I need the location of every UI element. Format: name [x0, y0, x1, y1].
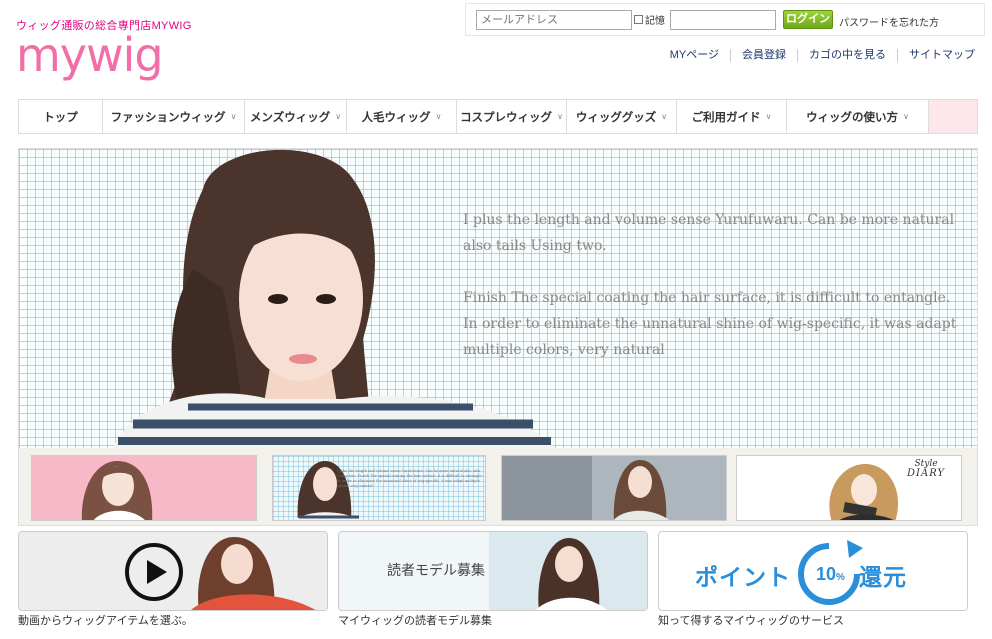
reader-model-image [339, 532, 647, 610]
return-label: 還元 [859, 564, 907, 590]
video-banner-caption[interactable]: 動画からウィッグアイテムを選ぶ。 [18, 612, 193, 628]
nav-item-fashion-wig[interactable]: ファッションウィッグ ∨ [103, 100, 245, 133]
login-form: 記憶 ログイン パスワードを忘れた方 [465, 3, 985, 36]
reader-model-banner[interactable]: 読者モデル募集 [338, 531, 648, 611]
nav-label: ウィッググッズ [575, 111, 657, 124]
point-service-caption[interactable]: 知って得するマイウィッグのサービス [658, 612, 844, 628]
chevron-down-icon: ∨ [661, 112, 668, 121]
nav-label: コスプレウィッグ [460, 111, 553, 124]
nav-label: ウィッグの使い方 [806, 111, 899, 124]
login-button[interactable]: ログイン [783, 10, 833, 29]
hero-thumbnail-3[interactable] [501, 455, 727, 521]
my-page-link[interactable]: MYページ [659, 49, 730, 62]
register-link[interactable]: 会員登録 [730, 49, 797, 62]
style-diary-title-line-2: DIARY [907, 468, 946, 479]
chevron-down-icon: ∨ [335, 112, 342, 121]
remember-checkbox[interactable]: 記憶 [634, 12, 665, 27]
password-input[interactable] [670, 10, 776, 30]
point-label: ポイント [695, 564, 791, 590]
checkbox-icon[interactable] [634, 15, 643, 24]
email-input[interactable] [476, 10, 632, 30]
utility-links: MYページ 会員登録 カゴの中を見る サイトマップ [659, 49, 975, 62]
hero-carousel: I plus the length and volume sense Yuruf… [18, 148, 978, 526]
nav-label: トップ [43, 111, 78, 124]
hero-thumbnail-4[interactable]: Style DIARY [736, 455, 962, 521]
hero-thumbnail-1[interactable] [31, 455, 257, 521]
hero-thumbnail-2[interactable]: I plus the length and volume sense Yuruf… [272, 455, 486, 521]
cart-link[interactable]: カゴの中を見る [797, 49, 897, 62]
nav-item-how-to-use[interactable]: ウィッグの使い方 ∨ [787, 100, 929, 133]
main-nav: トップ ファッションウィッグ ∨ メンズウィッグ ∨ 人毛ウィッグ ∨ コスプレ… [18, 99, 978, 134]
nav-label: メンズウィッグ [249, 111, 331, 124]
thumbnail-image [502, 456, 726, 520]
nav-label: ご利用ガイド [691, 111, 761, 124]
nav-item-wig-goods[interactable]: ウィッググッズ ∨ [567, 100, 677, 133]
hero-paragraph-2: Finish The special coating the hair surf… [463, 290, 957, 358]
chevron-down-icon: ∨ [435, 112, 442, 121]
hero-slide[interactable]: I plus the length and volume sense Yuruf… [19, 149, 977, 448]
percent-sign: % [836, 572, 845, 583]
thumbnail-text: I plus the length and volume sense Yuruf… [337, 469, 483, 488]
nav-item-guide[interactable]: ご利用ガイド ∨ [677, 100, 787, 133]
nav-item-cosplay-wig[interactable]: コスプレウィッグ ∨ [457, 100, 567, 133]
nav-item-mens-wig[interactable]: メンズウィッグ ∨ [245, 100, 347, 133]
video-banner-image [19, 532, 327, 610]
nav-search-slot[interactable] [929, 100, 977, 133]
chevron-down-icon: ∨ [903, 112, 909, 121]
mywig-logo[interactable]: mywig [16, 32, 164, 78]
point-service-banner[interactable]: ポイント 10% 還元 [658, 531, 968, 611]
nav-label: ファッションウィッグ [110, 111, 226, 124]
remember-label: 記憶 [645, 16, 665, 27]
sitemap-link[interactable]: サイトマップ [897, 49, 975, 62]
thumbnail-image [81, 461, 153, 520]
reader-model-caption[interactable]: マイウィッグの読者モデル募集 [338, 612, 492, 628]
nav-item-top[interactable]: トップ [19, 100, 103, 133]
nav-label: 人毛ウィッグ [361, 111, 431, 124]
hero-thumbnails: I plus the length and volume sense Yuruf… [31, 455, 963, 521]
chevron-down-icon: ∨ [230, 112, 237, 121]
video-banner[interactable] [18, 531, 328, 611]
point-percent: 10% [816, 564, 845, 585]
point-number: 10 [816, 564, 837, 584]
chevron-down-icon: ∨ [557, 112, 563, 121]
forgot-password-link[interactable]: パスワードを忘れた方 [839, 14, 939, 29]
hero-description: I plus the length and volume sense Yuruf… [463, 207, 963, 363]
chevron-down-icon: ∨ [765, 112, 772, 121]
reader-model-label: 読者モデル募集 [387, 563, 485, 579]
hero-paragraph-1: I plus the length and volume sense Yuruf… [463, 212, 955, 254]
nav-item-human-hair-wig[interactable]: 人毛ウィッグ ∨ [347, 100, 457, 133]
